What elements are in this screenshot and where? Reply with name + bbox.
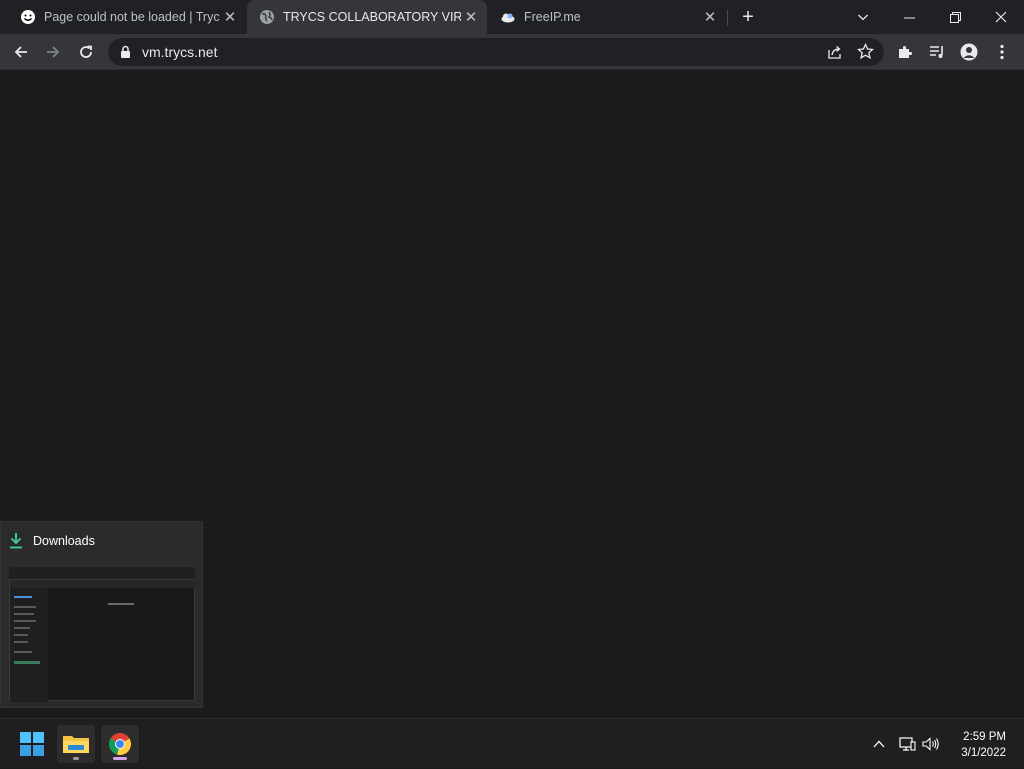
chrome-icon: [109, 733, 132, 756]
tab-page-not-loaded[interactable]: Page could not be loaded | Trycs ✕: [0, 0, 246, 34]
thumbnail-addressbar: [10, 580, 196, 588]
show-hidden-icons-chevron[interactable]: [866, 719, 892, 769]
tab-title: FreeIP.me: [524, 10, 581, 24]
download-icon: [10, 533, 22, 549]
back-button[interactable]: [7, 38, 35, 66]
reload-button[interactable]: [72, 38, 100, 66]
share-icon[interactable]: [827, 44, 843, 65]
taskbar: 2:59 PM 3/1/2022: [0, 718, 1024, 768]
preview-header: Downloads: [9, 532, 95, 549]
close-tab-icon[interactable]: ✕: [220, 7, 240, 27]
kebab-menu-icon: [1000, 44, 1004, 60]
system-clock[interactable]: 2:59 PM 3/1/2022: [961, 729, 1006, 761]
clock-date: 3/1/2022: [961, 747, 1006, 759]
lock-icon[interactable]: [120, 45, 131, 64]
playlist-icon: [930, 46, 943, 58]
tab-title: Page could not be loaded | Trycs: [44, 10, 220, 24]
arrow-right-icon: [47, 46, 60, 58]
tab-freeip[interactable]: FreeIP.me ✕: [488, 0, 726, 34]
folder-icon: [63, 736, 89, 753]
tab-title: TRYCS COLLABORATORY VIRTUAL: [283, 10, 461, 24]
media-control-button[interactable]: [923, 38, 951, 66]
cloud-icon: [500, 9, 516, 25]
thumbnail-toolbar: [9, 567, 195, 579]
tab-trycs-collaboratory[interactable]: TRYCS COLLABORATORY VIRTUAL ✕: [247, 0, 487, 34]
preview-thumbnail: [9, 559, 196, 721]
forward-button[interactable]: [39, 38, 67, 66]
clock-time: 2:59 PM: [963, 731, 1006, 743]
thumbnail-explorer: [9, 579, 196, 702]
globe-icon: [259, 9, 275, 25]
tab-divider: [727, 10, 728, 26]
active-indicator: [113, 757, 127, 760]
start-button[interactable]: [13, 725, 51, 763]
running-indicator: [73, 757, 79, 760]
browser-menu-button[interactable]: [988, 38, 1016, 66]
smiley-icon: [20, 9, 36, 25]
extensions-button[interactable]: [891, 38, 919, 66]
close-tab-icon[interactable]: ✕: [461, 7, 481, 27]
restore-button[interactable]: [932, 0, 978, 34]
url-text: vm.trycs.net: [142, 44, 218, 60]
windows-logo-icon: [20, 732, 44, 756]
bookmark-star-icon[interactable]: [856, 42, 875, 65]
tab-search-chevron-icon[interactable]: [840, 0, 886, 34]
puzzle-icon: [899, 46, 912, 58]
reload-icon: [80, 45, 92, 58]
close-tab-icon[interactable]: ✕: [700, 7, 720, 27]
preview-title: Downloads: [33, 533, 95, 548]
tab-strip: Page could not be loaded | Trycs ✕ TRYCS…: [0, 0, 1024, 34]
thumbnail-sidebar: [10, 588, 48, 702]
thumbnail-empty-text: [108, 603, 134, 605]
taskbar-file-explorer[interactable]: [57, 725, 95, 763]
profile-icon: [960, 43, 978, 61]
address-bar[interactable]: vm.trycs.net: [108, 38, 884, 66]
network-icon[interactable]: [895, 719, 919, 769]
downloads-window-preview[interactable]: Downloads: [0, 521, 203, 708]
close-window-button[interactable]: [978, 0, 1024, 34]
volume-icon[interactable]: [919, 719, 943, 769]
minimize-button[interactable]: [886, 0, 932, 34]
arrow-left-icon: [14, 46, 27, 58]
browser-toolbar: vm.trycs.net: [0, 34, 1024, 70]
profile-button[interactable]: [955, 38, 983, 66]
new-tab-button[interactable]: +: [737, 6, 759, 28]
taskbar-chrome[interactable]: [101, 725, 139, 763]
